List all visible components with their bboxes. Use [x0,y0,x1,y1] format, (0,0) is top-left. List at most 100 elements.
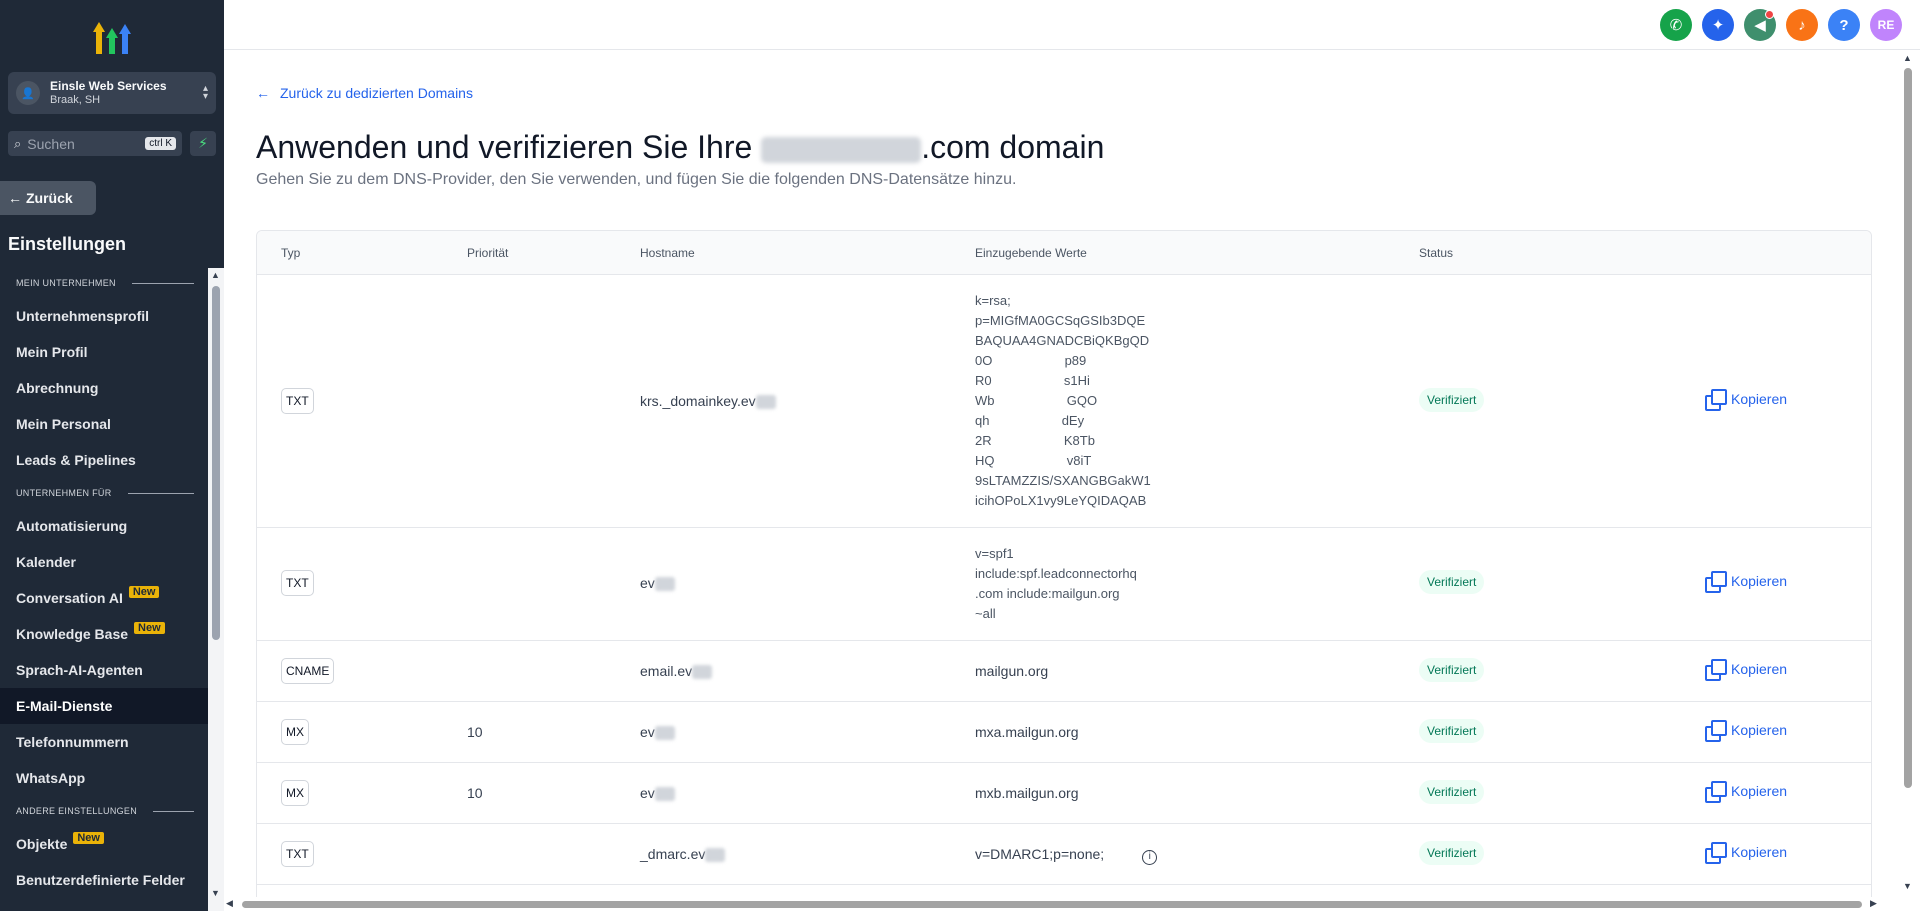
back-button-label: Zurück [26,190,73,206]
record-type-chip: TXT [281,841,314,867]
nav-item-kalender[interactable]: Kalender [0,544,208,580]
info-icon[interactable]: i [1142,850,1158,865]
nav-item-conversation-ai[interactable]: Conversation AI New [0,580,208,616]
status-badge: Verifiziert [1419,841,1485,865]
copy-label: Kopieren [1731,661,1788,677]
column-header-type: Typ [281,246,301,260]
scroll-up-icon[interactable]: ▲ [1903,53,1912,63]
copy-icon [1705,659,1727,681]
page-title: Anwenden und verifizieren Sie Ihre .com … [256,129,1104,166]
new-badge: New [134,622,165,634]
nav-item-whatsapp[interactable]: WhatsApp [0,760,208,796]
table-header: Typ Priorität Hostname Einzugebende Wert… [257,231,1871,275]
nav-item-mein-profil[interactable]: Mein Profil [0,334,208,370]
copy-label: Kopieren [1731,783,1788,799]
dns-records-table: Typ Priorität Hostname Einzugebende Wert… [256,230,1872,897]
value-cell: mxa.mailgun.org [975,724,1079,740]
phone-icon[interactable]: ✆ [1660,9,1692,41]
scroll-down-icon[interactable]: ▼ [1903,881,1912,891]
page-subtitle: Gehen Sie zu dem DNS-Provider, den Sie v… [256,171,1017,188]
column-header-values: Einzugebende Werte [975,246,1087,260]
main-vertical-scrollbar[interactable]: ▲ ▼ [1896,51,1920,911]
back-to-domains-link[interactable]: ← Zurück zu dedizierten Domains [256,85,473,101]
nav-item-abrechnung[interactable]: Abrechnung [0,370,208,406]
nav-item-unternehmensprofil[interactable]: Unternehmensprofil [0,298,208,334]
megaphone-icon[interactable]: ◀ [1744,9,1776,41]
column-header-status: Status [1419,246,1454,260]
main-horizontal-scrollbar[interactable]: ◀ ▶ [224,897,1896,911]
redacted-domain [761,136,922,163]
value-cell: k=rsa; p=MIGfMA0GCSqGSIb3DQE BAQUAA4GNAD… [975,293,1151,508]
status-badge: Verifiziert [1419,658,1485,682]
bell-icon[interactable]: ♪ [1786,9,1818,41]
copy-button[interactable]: Kopieren [1705,389,1788,411]
table-row: CNAME email.ev mailgun.org Verifiziert K… [257,641,1871,702]
status-badge: Verifiziert [1419,780,1485,804]
copy-icon [1705,720,1727,742]
nav-item-telefonnummern[interactable]: Telefonnummern [0,724,208,760]
search-placeholder: Suchen [27,135,75,152]
avatar[interactable]: RE [1870,9,1902,41]
redacted-text [654,787,675,802]
column-header-hostname: Hostname [640,246,695,260]
ai-sparkle-icon[interactable]: ✦ [1702,9,1734,41]
priority-cell: 10 [467,785,483,801]
account-location: Braak, SH [50,94,101,106]
nav-item-email-dienste[interactable]: E-Mail-Dienste [0,688,208,724]
sidebar: 👤 Einsle Web Services Braak, SH ▴ ▾ ⌕ Suc… [0,0,224,911]
sidebar-scroll-thumb[interactable] [212,286,220,640]
copy-label: Kopieren [1731,722,1788,738]
nav-item-leads-pipelines[interactable]: Leads & Pipelines [0,442,208,478]
quick-action-bolt-icon[interactable]: ⚡ [190,131,216,156]
copy-icon [1705,781,1727,803]
nav-item-objekte[interactable]: Objekte New [0,826,208,862]
account-switcher[interactable]: 👤 Einsle Web Services Braak, SH ▴ ▾ [8,72,216,114]
value-cell: mailgun.org [975,663,1049,679]
copy-label: Kopieren [1731,391,1788,407]
back-link-label: Zurück zu dedizierten Domains [280,85,473,101]
copy-icon [1705,389,1727,411]
value-cell: v=spf1 include:spf.leadconnectorhq .com … [975,546,1137,621]
nav-section-header: MEIN UNTERNEHMEN [0,268,208,298]
hostname-cell: krs._domainkey.ev [640,393,756,409]
status-badge: Verifiziert [1419,388,1485,412]
scroll-down-icon[interactable]: ▼ [211,888,220,898]
main-horizontal-scroll-thumb[interactable] [242,901,1862,908]
copy-button[interactable]: Kopieren [1705,659,1788,681]
nav-item-sprach-ai-agenten[interactable]: Sprach-AI-Agenten [0,652,208,688]
sidebar-scrollbar[interactable]: ▲ ▼ [208,268,224,911]
record-type-chip: MX [281,780,309,806]
redacted-text [705,848,726,863]
redacted-text [755,395,776,410]
back-button[interactable]: ← Zurück [0,181,96,215]
search-input[interactable]: ⌕ Suchen ctrl K [8,131,182,156]
copy-button[interactable]: Kopieren [1705,571,1787,593]
copy-button[interactable]: Kopieren [1705,720,1788,742]
app-logo[interactable] [92,18,132,56]
redacted-text [654,726,675,741]
redacted-text [654,577,675,592]
nav-item-mein-personal[interactable]: Mein Personal [0,406,208,442]
account-name: Einsle Web Services [50,79,167,93]
scroll-up-icon[interactable]: ▲ [211,270,220,280]
column-header-priority: Priorität [467,246,509,260]
scroll-right-icon[interactable]: ▶ [1870,898,1877,909]
arrow-left-icon: ← [8,190,22,206]
copy-button[interactable]: Kopieren [1705,781,1788,803]
main-vertical-scroll-thumb[interactable] [1904,68,1912,788]
copy-button[interactable]: Kopieren [1705,842,1787,864]
arrow-left-icon: ← [256,85,270,101]
nav-item-automatisierung[interactable]: Automatisierung [0,508,208,544]
record-type-chip: MX [281,719,309,745]
help-icon[interactable]: ? [1828,9,1860,41]
record-type-chip: TXT [281,388,314,414]
status-badge: Verifiziert [1419,570,1485,594]
scroll-left-icon[interactable]: ◀ [226,898,233,909]
title-suffix: .com domain [921,129,1105,165]
nav-section-header: UNTERNEHMEN FÜR [0,478,208,508]
title-prefix: Anwenden und verifizieren Sie Ihre [256,129,762,165]
nav-item-benutzerdefinierte-felder[interactable]: Benutzerdefinierte Felder [0,862,208,898]
hostname-cell: ev [640,785,655,801]
copy-icon [1705,571,1727,593]
nav-item-knowledge-base[interactable]: Knowledge Base New [0,616,208,652]
